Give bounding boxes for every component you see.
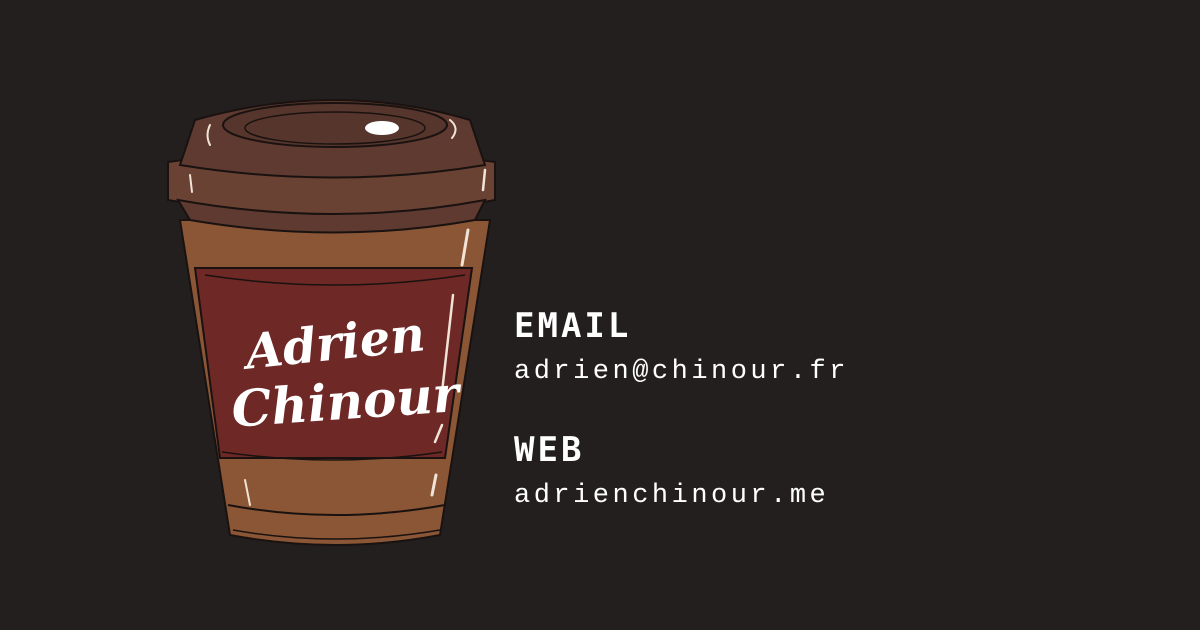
email-label: EMAIL xyxy=(514,306,632,346)
web-group: WEB adrienchinour.me xyxy=(514,430,849,514)
social-card: Adrien Chinour EMAIL adrien@chinour.fr W… xyxy=(0,0,1200,630)
contact-info: EMAIL adrien@chinour.fr WEB adrienchinou… xyxy=(514,306,849,514)
email-group: EMAIL adrien@chinour.fr xyxy=(514,306,849,390)
email-link[interactable]: adrien@chinour.fr xyxy=(514,354,849,390)
web-link[interactable]: adrienchinour.me xyxy=(514,478,849,514)
web-label: WEB xyxy=(514,430,585,470)
coffee-cup-icon: Adrien Chinour xyxy=(167,99,496,546)
